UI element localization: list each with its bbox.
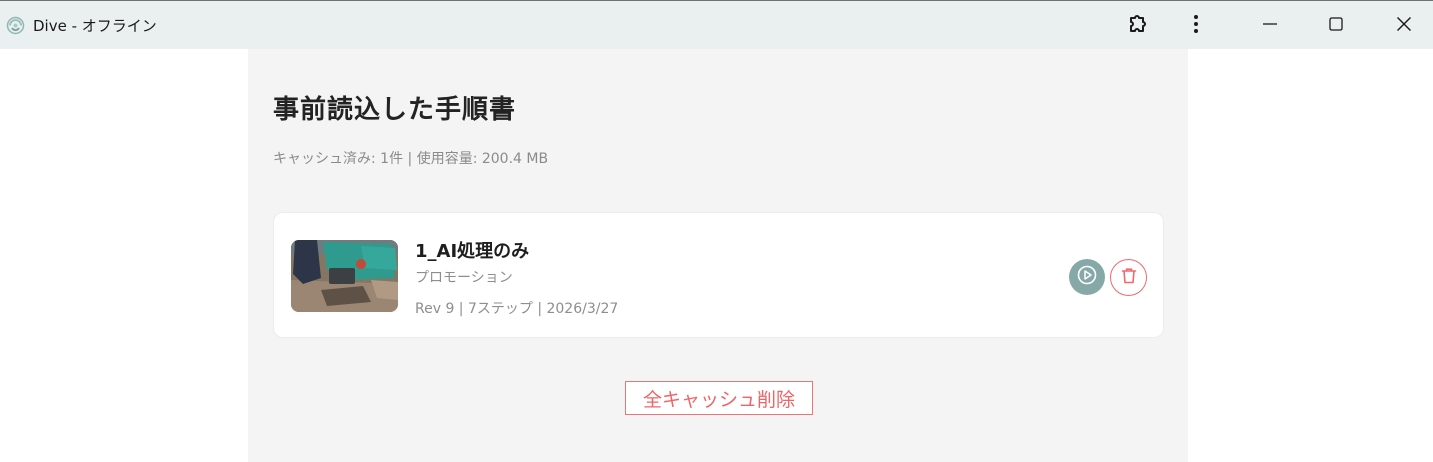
title-bar: Dive - オフライン	[0, 0, 1433, 49]
maximize-button[interactable]	[1313, 1, 1359, 50]
more-vert-icon	[1193, 14, 1199, 38]
cache-summary: キャッシュ済み: 1件 | 使用容量: 200.4 MB	[273, 151, 549, 167]
delete-button[interactable]	[1110, 259, 1147, 296]
extension-icon	[1126, 12, 1150, 40]
manual-meta: Rev 9 | 7ステップ | 2026/3/27	[415, 301, 619, 317]
cached-manuals-panel: 事前読込した手順書 キャッシュ済み: 1件 | 使用容量: 200.4 MB 1…	[248, 49, 1188, 462]
maximize-icon	[1328, 16, 1344, 36]
manual-thumbnail	[291, 240, 398, 312]
play-icon	[1076, 264, 1098, 290]
window-title: Dive - オフライン	[33, 17, 157, 35]
list-item[interactable]: 1_AI処理のみ プロモーション Rev 9 | 7ステップ | 2026/3/…	[273, 212, 1164, 338]
play-button[interactable]	[1069, 259, 1105, 295]
trash-icon	[1119, 266, 1139, 290]
minimize-button[interactable]	[1247, 1, 1293, 50]
manual-category: プロモーション	[415, 270, 513, 286]
page-title: 事前読込した手順書	[273, 95, 517, 125]
clear-all-cache-button[interactable]: 全キャッシュ削除	[625, 381, 813, 415]
close-button[interactable]	[1381, 1, 1427, 50]
extension-button[interactable]	[1118, 1, 1158, 50]
close-icon	[1396, 16, 1412, 36]
more-options-button[interactable]	[1180, 1, 1212, 50]
minimize-icon	[1262, 16, 1278, 36]
dive-logo-icon	[6, 16, 25, 35]
manual-title[interactable]: 1_AI処理のみ	[415, 237, 529, 263]
